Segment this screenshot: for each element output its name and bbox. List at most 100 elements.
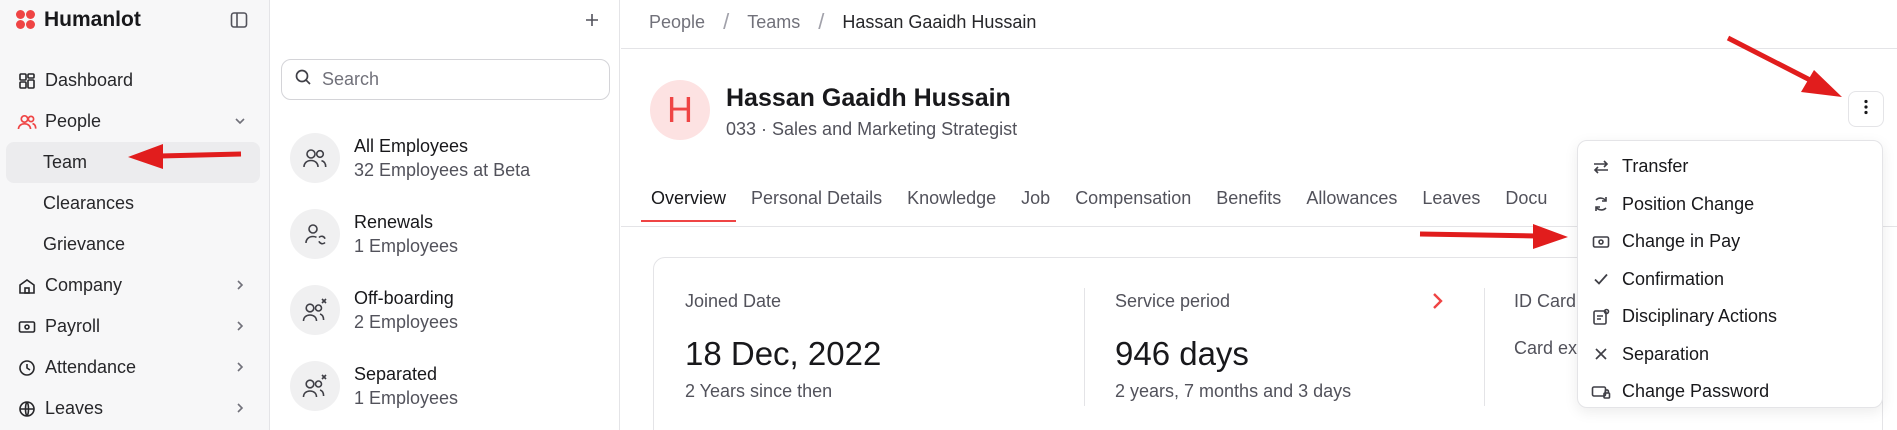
list-subtitle: 32 Employees at Beta <box>354 160 531 180</box>
search-field[interactable] <box>281 59 610 100</box>
menu-item-change-in-pay[interactable]: Change in Pay <box>1578 223 1882 261</box>
tab-benefits[interactable]: Benefits <box>1206 182 1291 220</box>
sidebar-item-leaves[interactable]: Leaves <box>6 388 260 429</box>
employee-name: Hassan Gaaidh Hussain <box>726 84 1011 112</box>
sidebar-item-attendance[interactable]: Attendance <box>6 347 260 388</box>
list-item-all-employees[interactable]: All Employees 32 Employees at Beta <box>270 120 620 196</box>
check-icon <box>1591 269 1611 289</box>
avatar: H <box>650 80 710 140</box>
password-icon <box>1591 382 1611 402</box>
sidebar-item-company[interactable]: Company <box>6 265 260 306</box>
list-title: Renewals <box>354 212 434 232</box>
joined-date-label: Joined Date <box>685 291 782 311</box>
sidebar-item-label: Attendance <box>45 357 137 377</box>
tab-job[interactable]: Job <box>1011 182 1060 220</box>
chevron-right-icon <box>232 318 248 334</box>
position-change-icon <box>1591 194 1611 214</box>
tab-allowances[interactable]: Allowances <box>1296 182 1407 220</box>
transfer-icon <box>1591 157 1611 177</box>
brand-name: Humanlot <box>44 8 141 31</box>
list-group: All Employees 32 Employees at Beta Renew… <box>270 120 620 424</box>
clock-icon <box>17 358 37 378</box>
x-icon <box>1591 344 1611 364</box>
menu-item-label: Confirmation <box>1622 268 1725 289</box>
breadcrumb-separator: / <box>723 9 730 34</box>
sidebar-item-clearances[interactable]: Clearances <box>6 183 260 224</box>
user-refresh-icon <box>290 209 340 259</box>
sidebar-item-label: People <box>45 111 102 131</box>
menu-item-label: Change in Pay <box>1622 231 1741 252</box>
list-subtitle: 2 Employees <box>354 312 459 332</box>
sidebar-item-people[interactable]: People <box>6 101 260 142</box>
menu-item-confirmation[interactable]: Confirmation <box>1578 261 1882 299</box>
search-input[interactable] <box>322 69 592 90</box>
sidebar-item-payroll[interactable]: Payroll <box>6 306 260 347</box>
chevron-right-icon <box>232 400 248 416</box>
sidebar-item-label: Company <box>45 275 123 295</box>
sidebar-item-grievance[interactable]: Grievance <box>6 224 260 265</box>
divider <box>1084 288 1085 406</box>
menu-item-transfer[interactable]: Transfer <box>1578 148 1882 186</box>
breadcrumb-teams[interactable]: Teams <box>747 12 800 33</box>
joined-date-sub: 2 Years since then <box>685 381 833 401</box>
sidebar: Humanlot Dashboard People Team Clearance… <box>0 0 270 430</box>
tab-personal-details[interactable]: Personal Details <box>741 182 892 220</box>
payroll-icon <box>17 317 37 337</box>
people-remove-icon <box>290 361 340 411</box>
money-icon <box>1591 232 1611 252</box>
breadcrumb: People / Teams / Hassan Gaaidh Hussain <box>649 9 1036 35</box>
service-period-sub: 2 years, 7 months and 3 days <box>1115 381 1352 401</box>
list-subtitle: 1 Employees <box>354 388 459 408</box>
menu-item-change-password[interactable]: Change Password <box>1578 373 1882 411</box>
disciplinary-icon <box>1591 307 1611 327</box>
sidebar-toggle-icon[interactable] <box>229 10 249 30</box>
service-period-value: 946 days <box>1115 335 1249 372</box>
chevron-down-icon <box>232 113 248 129</box>
tab-documents[interactable]: Docu <box>1495 182 1557 220</box>
list-item-separated[interactable]: Separated 1 Employees <box>270 348 620 424</box>
service-period-cell: Service period 946 days 2 years, 7 month… <box>1115 258 1475 430</box>
sidebar-nav: Dashboard People Team Clearances Grievan… <box>6 60 260 429</box>
logo-icon <box>16 10 36 30</box>
chevron-right-icon <box>232 359 248 375</box>
team-lists-panel: All Employees 32 Employees at Beta Renew… <box>270 0 620 430</box>
sidebar-item-label: Dashboard <box>45 70 134 90</box>
people-remove-icon <box>290 285 340 335</box>
breadcrumb-current: Hassan Gaaidh Hussain <box>842 11 1037 32</box>
sidebar-item-label: Leaves <box>45 398 104 418</box>
chevron-right-icon[interactable] <box>1430 290 1446 317</box>
add-icon[interactable] <box>580 8 604 32</box>
tab-knowledge[interactable]: Knowledge <box>897 182 1006 220</box>
menu-item-label: Disciplinary Actions <box>1622 306 1778 327</box>
menu-item-label: Transfer <box>1622 156 1689 177</box>
id-card-sub: Card ex <box>1514 338 1578 358</box>
kebab-icon <box>1864 99 1868 120</box>
profile-tabs: Overview Personal Details Knowledge Job … <box>641 182 1562 222</box>
brand[interactable]: Humanlot <box>16 8 141 32</box>
list-item-off-boarding[interactable]: Off-boarding 2 Employees <box>270 272 620 348</box>
search-icon <box>294 68 312 91</box>
menu-item-separation[interactable]: Separation <box>1578 336 1882 374</box>
menu-item-disciplinary-actions[interactable]: Disciplinary Actions <box>1578 298 1882 336</box>
sidebar-item-label: Payroll <box>45 316 101 336</box>
globe-icon <box>17 399 37 419</box>
joined-date-value: 18 Dec, 2022 <box>685 335 882 372</box>
service-period-label: Service period <box>1115 291 1231 311</box>
sidebar-item-label: Grievance <box>43 234 126 254</box>
building-icon <box>17 276 37 296</box>
menu-item-position-change[interactable]: Position Change <box>1578 186 1882 224</box>
list-item-renewals[interactable]: Renewals 1 Employees <box>270 196 620 272</box>
tab-leaves[interactable]: Leaves <box>1412 182 1490 220</box>
breadcrumb-separator: / <box>818 9 825 34</box>
breadcrumb-people[interactable]: People <box>649 12 705 33</box>
people-icon <box>290 133 340 183</box>
tab-compensation[interactable]: Compensation <box>1065 182 1201 220</box>
sidebar-item-dashboard[interactable]: Dashboard <box>6 60 260 101</box>
more-actions-button[interactable] <box>1848 91 1884 127</box>
id-card-label: ID Card <box>1514 291 1577 311</box>
joined-date-cell: Joined Date 18 Dec, 2022 2 Years since t… <box>685 258 1065 430</box>
people-icon <box>17 112 37 132</box>
list-title: Off-boarding <box>354 288 454 308</box>
sidebar-item-team[interactable]: Team <box>6 142 260 183</box>
tab-overview[interactable]: Overview <box>641 182 737 222</box>
